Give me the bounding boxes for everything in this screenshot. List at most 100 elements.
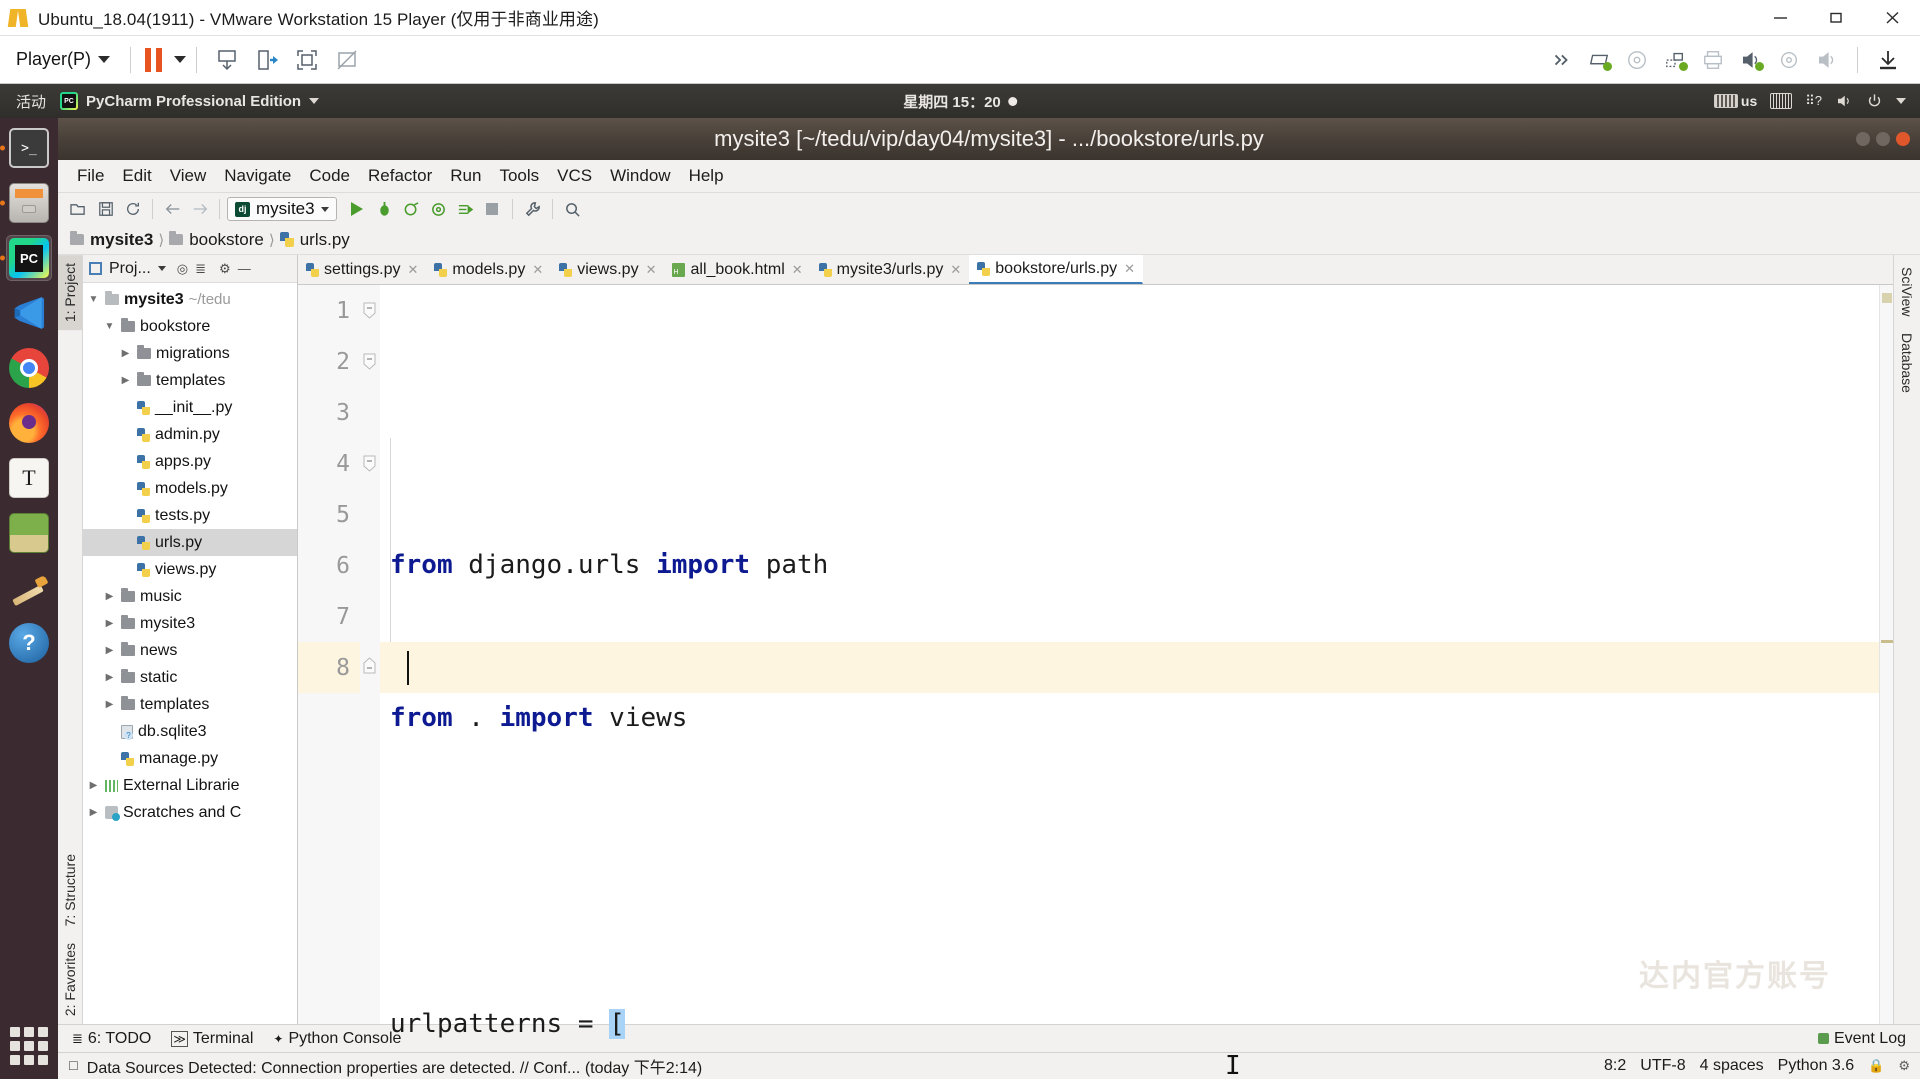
- activities-button[interactable]: 活动: [0, 91, 60, 112]
- editor-tab-mysite3-urls-py[interactable]: mysite3/urls.py ✕: [811, 255, 970, 284]
- speaker-icon[interactable]: [1809, 43, 1845, 77]
- tool-tab-structure[interactable]: 7: Structure: [58, 846, 82, 934]
- editor-scrollbar[interactable]: [1879, 285, 1893, 1024]
- tree-item-apps-py[interactable]: apps.py: [83, 448, 297, 475]
- tool-tab-sciview[interactable]: SciView: [1895, 259, 1919, 325]
- editor-tab-settings-py[interactable]: settings.py ✕: [298, 255, 426, 284]
- app-menu-button[interactable]: PyCharm Professional Edition: [60, 92, 320, 110]
- keyboard-layout-indicator[interactable]: us: [1713, 93, 1757, 109]
- fold-region-icon[interactable]: [363, 657, 376, 674]
- profile-icon[interactable]: [426, 197, 451, 221]
- menu-file[interactable]: File: [68, 164, 113, 188]
- restore-button[interactable]: [1808, 0, 1864, 35]
- tool-tab-project[interactable]: 1: Project: [58, 255, 82, 331]
- dock-item-help[interactable]: ?: [6, 620, 52, 666]
- show-applications-button[interactable]: [10, 1027, 48, 1065]
- save-all-icon[interactable]: [93, 197, 118, 221]
- tool-tab-favorites[interactable]: 2: Favorites: [58, 935, 82, 1024]
- menu-code[interactable]: Code: [300, 164, 359, 188]
- menu-edit[interactable]: Edit: [113, 164, 160, 188]
- editor-tab-views-py[interactable]: views.py ✕: [551, 255, 664, 284]
- close-button[interactable]: [1896, 132, 1910, 146]
- close-icon[interactable]: ✕: [646, 262, 657, 278]
- tree-item-external-librarie[interactable]: ▶ External Librarie: [83, 772, 297, 799]
- editor-tab-bookstore-urls-py[interactable]: bookstore/urls.py ✕: [969, 255, 1144, 284]
- breadcrumb-item-bookstore[interactable]: bookstore: [169, 230, 264, 250]
- expand-icon[interactable]: [1543, 43, 1579, 77]
- fold-region-icon[interactable]: [363, 353, 376, 370]
- chevron-right-icon[interactable]: ▶: [119, 375, 132, 386]
- tree-item-tests-py[interactable]: tests.py: [83, 502, 297, 529]
- open-folder-icon[interactable]: [66, 197, 91, 221]
- tree-item-bookstore[interactable]: ▼ bookstore: [83, 313, 297, 340]
- menu-run[interactable]: Run: [441, 164, 490, 188]
- tree-item-migrations[interactable]: ▶ migrations: [83, 340, 297, 367]
- tool-window-todo[interactable]: ≣ 6: TODO: [72, 1030, 151, 1048]
- dock-item-paint[interactable]: [6, 565, 52, 611]
- collapse-all-icon[interactable]: ≣: [195, 261, 206, 277]
- chevron-right-icon[interactable]: ▶: [103, 699, 116, 710]
- close-icon[interactable]: ✕: [407, 262, 418, 278]
- tool-tab-database[interactable]: Database: [1895, 325, 1919, 401]
- printer-icon[interactable]: [1695, 43, 1731, 77]
- menu-vcs[interactable]: VCS: [548, 164, 601, 188]
- project-tree[interactable]: ▼ mysite3 ~/tedu ▼ bookstore ▶ migrations ▶ temp…: [83, 283, 297, 1024]
- run-icon[interactable]: [345, 197, 370, 221]
- tree-item-manage-py[interactable]: manage.py: [83, 745, 297, 772]
- tool-window-python-console[interactable]: ✦ Python Console: [273, 1030, 401, 1048]
- sound-card-icon[interactable]: [1733, 43, 1769, 77]
- cd-drive-icon[interactable]: [1619, 43, 1655, 77]
- pause-button[interactable]: [141, 47, 166, 72]
- menu-tools[interactable]: Tools: [490, 164, 548, 188]
- sync-icon[interactable]: [120, 197, 145, 221]
- dock-item-books[interactable]: [6, 510, 52, 556]
- volume-icon[interactable]: [1835, 92, 1853, 110]
- menu-refactor[interactable]: Refactor: [359, 164, 441, 188]
- chevron-right-icon[interactable]: ▶: [103, 591, 116, 602]
- hide-icon[interactable]: —: [238, 261, 251, 276]
- clock-button[interactable]: 星期四 15：20: [903, 91, 1017, 112]
- optical-drive-icon[interactable]: [1771, 43, 1807, 77]
- tree-item-db-sqlite3[interactable]: db.sqlite3: [83, 718, 297, 745]
- minimize-button[interactable]: [1856, 132, 1870, 146]
- full-screen-icon[interactable]: [287, 43, 327, 77]
- tool-window-terminal[interactable]: ≫ Terminal: [171, 1030, 253, 1048]
- close-button[interactable]: [1864, 0, 1920, 35]
- dock-item-vscode[interactable]: [6, 290, 52, 336]
- tree-item-mysite3[interactable]: ▼ mysite3 ~/tedu: [83, 286, 297, 313]
- tree-item-admin-py[interactable]: admin.py: [83, 421, 297, 448]
- chevron-down-icon[interactable]: ▼: [103, 321, 116, 332]
- back-arrow-icon[interactable]: [160, 197, 185, 221]
- chevron-down-icon[interactable]: [157, 266, 166, 271]
- tree-item-models-py[interactable]: models.py: [83, 475, 297, 502]
- settings-gear-icon[interactable]: ⚙: [219, 261, 231, 277]
- dock-item-chrome[interactable]: [6, 345, 52, 391]
- breadcrumb-item-mysite3[interactable]: mysite3: [70, 230, 153, 250]
- onscreen-keyboard-icon[interactable]: [1770, 93, 1793, 109]
- editor-tab-models-py[interactable]: models.py ✕: [426, 255, 551, 284]
- chevron-right-icon[interactable]: ▶: [103, 672, 116, 683]
- search-everywhere-icon[interactable]: [560, 197, 585, 221]
- tree-item--init-py[interactable]: __init__.py: [83, 394, 297, 421]
- close-icon[interactable]: ✕: [792, 262, 803, 278]
- send-ctrl-alt-del-icon[interactable]: [207, 43, 247, 77]
- download-icon[interactable]: [1870, 43, 1906, 77]
- code-editor[interactable]: from django.urls import path from . impo…: [380, 285, 1879, 1080]
- unity-mode-icon[interactable]: [247, 43, 287, 77]
- tree-item-urls-py[interactable]: urls.py: [83, 529, 297, 556]
- close-icon[interactable]: ✕: [532, 262, 543, 278]
- dock-item-files[interactable]: [0, 180, 52, 226]
- code-folding-column[interactable]: [360, 285, 380, 1024]
- dock-item-text-editor[interactable]: T: [6, 455, 52, 501]
- breadcrumb-item-urlspy[interactable]: urls.py: [279, 230, 350, 250]
- network-adapter-icon[interactable]: [1657, 43, 1693, 77]
- pause-dropdown-caret-icon[interactable]: [174, 56, 187, 63]
- tree-item-news[interactable]: ▶ news: [83, 637, 297, 664]
- settings-wrench-icon[interactable]: [520, 197, 545, 221]
- minimize-button[interactable]: [1752, 0, 1808, 35]
- dock-item-firefox[interactable]: [6, 400, 52, 446]
- tree-item-static[interactable]: ▶ static: [83, 664, 297, 691]
- forward-arrow-icon[interactable]: [187, 197, 212, 221]
- tree-item-views-py[interactable]: views.py: [83, 556, 297, 583]
- accessibility-icon[interactable]: ⠿?: [1805, 93, 1822, 109]
